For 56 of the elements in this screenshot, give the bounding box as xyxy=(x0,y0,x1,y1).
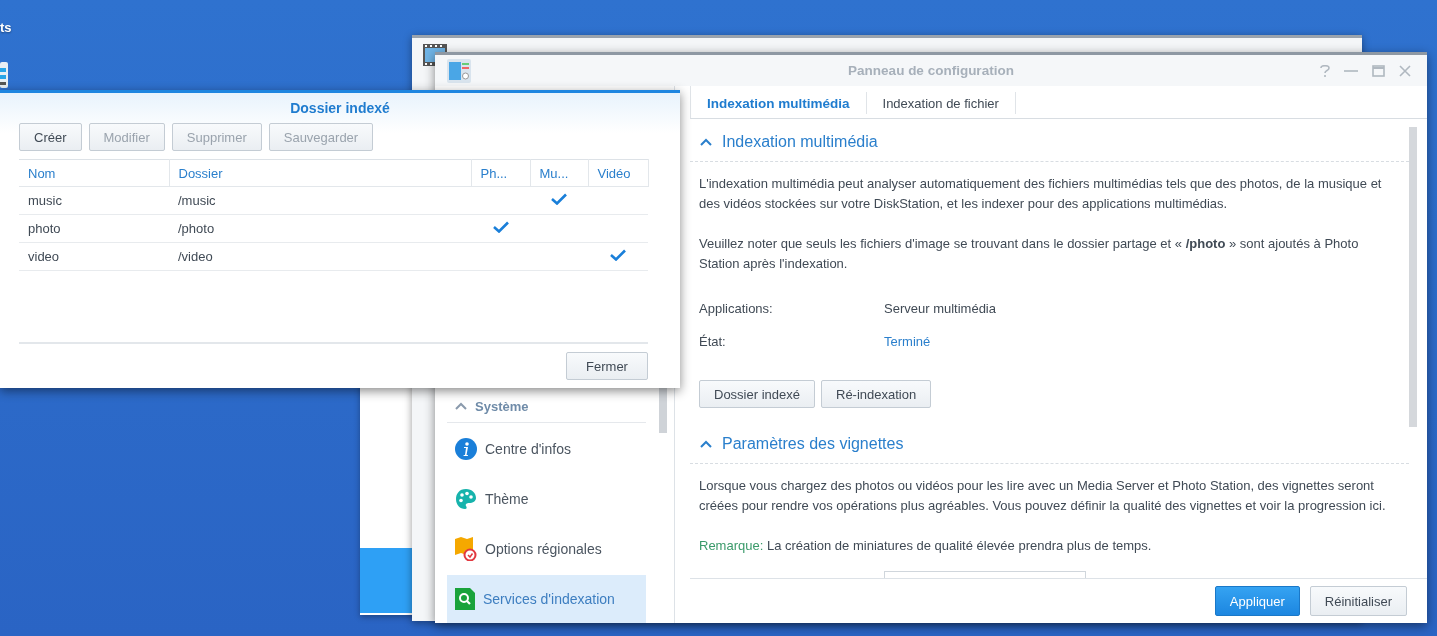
table-cell: photo xyxy=(19,214,169,243)
search-document-icon xyxy=(455,588,475,610)
table-cell: video xyxy=(19,242,169,271)
note-text: Remarque: La création de miniatures de qualité élevée prendra plus de temps. xyxy=(698,537,1153,555)
info-icon xyxy=(455,438,477,460)
table-cell: /photo xyxy=(169,214,471,243)
help-icon[interactable] xyxy=(1320,64,1330,77)
collapse-icon[interactable] xyxy=(700,138,712,146)
column-header[interactable]: Ph... xyxy=(471,159,530,187)
sidebar-item-label: Services d'indexation xyxy=(483,591,615,607)
apply-button[interactable]: Appliquer xyxy=(1214,586,1300,616)
field-value: Serveur multimédia xyxy=(884,300,997,318)
sidebar-item-label: Options régionales xyxy=(485,541,602,557)
column-header[interactable]: Dossier xyxy=(169,159,471,187)
table-cell: /video xyxy=(169,242,471,271)
description-text: L'indexation multimédia peut analyser automatiquement des fichiers multimédias tels que des photos, de la musique et des vidéos stockées sur votre DiskStation, et les indexer pour des applications multimédias. xyxy=(698,175,1383,213)
field-label: État: xyxy=(699,333,727,351)
map-clock-icon xyxy=(455,537,477,561)
group-label: Système xyxy=(475,398,529,414)
field-label: Applications: xyxy=(699,300,774,318)
scrollbar[interactable] xyxy=(1409,127,1417,427)
column-header[interactable]: Nom xyxy=(19,159,169,187)
maximize-icon[interactable] xyxy=(1372,64,1385,77)
section-title: Indexation multimédia xyxy=(722,133,878,151)
dialog-title: Dossier indexé xyxy=(290,99,390,118)
action-button[interactable]: Ré-indexation xyxy=(821,380,932,408)
sidebar-item-label: Thème xyxy=(485,491,529,507)
desktop-app-icon[interactable] xyxy=(0,62,8,88)
reset-button[interactable]: Réinitialiser xyxy=(1309,586,1407,616)
close-icon[interactable] xyxy=(1399,64,1411,77)
collapse-icon[interactable] xyxy=(700,440,712,448)
toolbar-button[interactable]: Créer xyxy=(19,123,82,151)
column-header[interactable]: Mu... xyxy=(530,159,588,187)
palette-icon xyxy=(455,488,477,510)
sidebar-item[interactable]: Services d'indexation xyxy=(447,575,646,623)
sidebar-item[interactable]: Thème xyxy=(447,475,646,523)
description-text: Veuillez noter que seuls les fichiers d'image se trouvant dans le dossier partage et « /photo » sont ajoutés à Photo Station après l'indexation. xyxy=(698,235,1360,273)
desktop-icon-label: ts xyxy=(0,20,12,35)
scrollbar[interactable] xyxy=(659,388,667,433)
status-value: Terminé xyxy=(884,333,931,351)
window-title: Panneau de configuration xyxy=(847,63,1015,78)
control-panel-icon xyxy=(447,58,471,83)
column-header[interactable]: Vidéo xyxy=(588,159,648,187)
tab[interactable]: Indexation multimédia xyxy=(691,92,867,114)
collapse-icon[interactable] xyxy=(455,402,467,410)
sidebar-group-header[interactable]: Système xyxy=(447,390,646,423)
sidebar-item-label: Centre d'infos xyxy=(485,441,571,457)
sidebar-item[interactable]: Centre d'infos xyxy=(447,425,646,473)
action-button[interactable]: Dossier indexé xyxy=(699,380,815,408)
table-cell: music xyxy=(19,186,169,215)
tab[interactable]: Indexation de fichier xyxy=(866,92,1016,114)
table-cell: /music xyxy=(169,186,471,215)
sidebar-item[interactable]: Options régionales xyxy=(447,525,646,573)
section-title: Paramètres des vignettes xyxy=(722,435,904,453)
close-button[interactable]: Fermer xyxy=(566,352,648,380)
description-text: Lorsque vous chargez des photos ou vidéos pour les lire avec un Media Server et Photo Station, des vignettes seront créées pour rendre vos opérations plus agréables. Vous pouvez définir la qualité des vignettes et voir la progression ici. xyxy=(698,477,1387,515)
